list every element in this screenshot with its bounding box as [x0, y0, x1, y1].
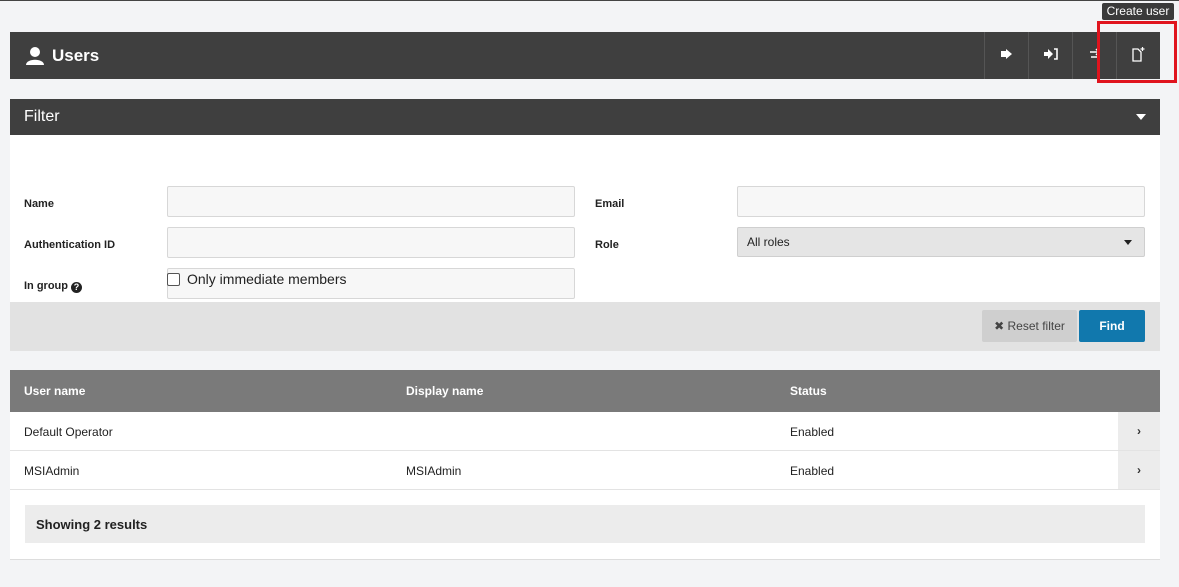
only-immediate-row[interactable]: Only immediate members — [167, 271, 347, 287]
column-display-name[interactable]: Display name — [406, 384, 483, 398]
table-row[interactable]: Default Operator Enabled › — [10, 412, 1160, 451]
name-input[interactable] — [167, 186, 575, 217]
auth-id-label: Authentication ID — [24, 239, 116, 251]
table-header: User name Display name Status — [10, 370, 1160, 412]
results-area: Showing 2 results — [10, 490, 1160, 560]
top-border — [0, 0, 1179, 1]
filter-header[interactable]: Filter — [10, 99, 1160, 135]
column-user-name[interactable]: User name — [24, 384, 85, 398]
results-count: Showing 2 results — [25, 505, 1145, 543]
chevron-right-icon[interactable]: › — [1118, 451, 1160, 489]
chevron-right-icon[interactable]: › — [1118, 412, 1160, 450]
chevron-down-icon — [1124, 240, 1132, 245]
in-group-label: In group? — [24, 280, 82, 293]
role-select[interactable]: All roles — [737, 227, 1145, 257]
export-button[interactable] — [984, 32, 1028, 79]
filter-actions: ✖ Reset filter Find — [10, 302, 1160, 351]
find-button[interactable]: Find — [1079, 310, 1145, 342]
cell-user-name: Default Operator — [24, 425, 113, 439]
reset-filter-button[interactable]: ✖ Reset filter — [982, 310, 1077, 342]
sign-in-icon — [1043, 48, 1058, 63]
only-immediate-label: Only immediate members — [187, 271, 347, 287]
auth-id-input[interactable] — [167, 227, 575, 258]
cell-user-name: MSIAdmin — [24, 464, 80, 478]
create-user-tooltip: Create user — [1102, 3, 1174, 20]
email-input[interactable] — [737, 186, 1145, 217]
user-icon — [24, 45, 46, 67]
role-label: Role — [595, 239, 619, 251]
transfer-button[interactable] — [1072, 32, 1116, 79]
new-file-icon — [1131, 46, 1147, 65]
filter-title: Filter — [24, 108, 60, 125]
exchange-icon — [1089, 48, 1101, 63]
import-button[interactable] — [1028, 32, 1072, 79]
email-label: Email — [595, 198, 625, 210]
sign-out-icon — [1000, 48, 1013, 63]
page-title: Users — [52, 45, 100, 65]
column-status[interactable]: Status — [790, 384, 827, 398]
cell-status: Enabled — [790, 464, 835, 478]
name-label: Name — [24, 198, 54, 210]
role-select-value: All roles — [747, 235, 790, 249]
cell-display-name: MSIAdmin — [406, 464, 462, 478]
only-immediate-checkbox[interactable] — [167, 272, 180, 286]
cell-status: Enabled — [790, 425, 835, 439]
header-toolbar — [984, 32, 1160, 79]
create-user-button[interactable] — [1116, 32, 1160, 79]
help-icon[interactable]: ? — [71, 282, 82, 293]
users-table: User name Display name Status Default Op… — [10, 370, 1160, 560]
caret-down-icon[interactable] — [1136, 114, 1146, 120]
table-row[interactable]: MSIAdmin MSIAdmin Enabled › — [10, 451, 1160, 490]
in-group-label-text: In group — [24, 280, 68, 292]
users-header: Users — [10, 32, 1160, 79]
